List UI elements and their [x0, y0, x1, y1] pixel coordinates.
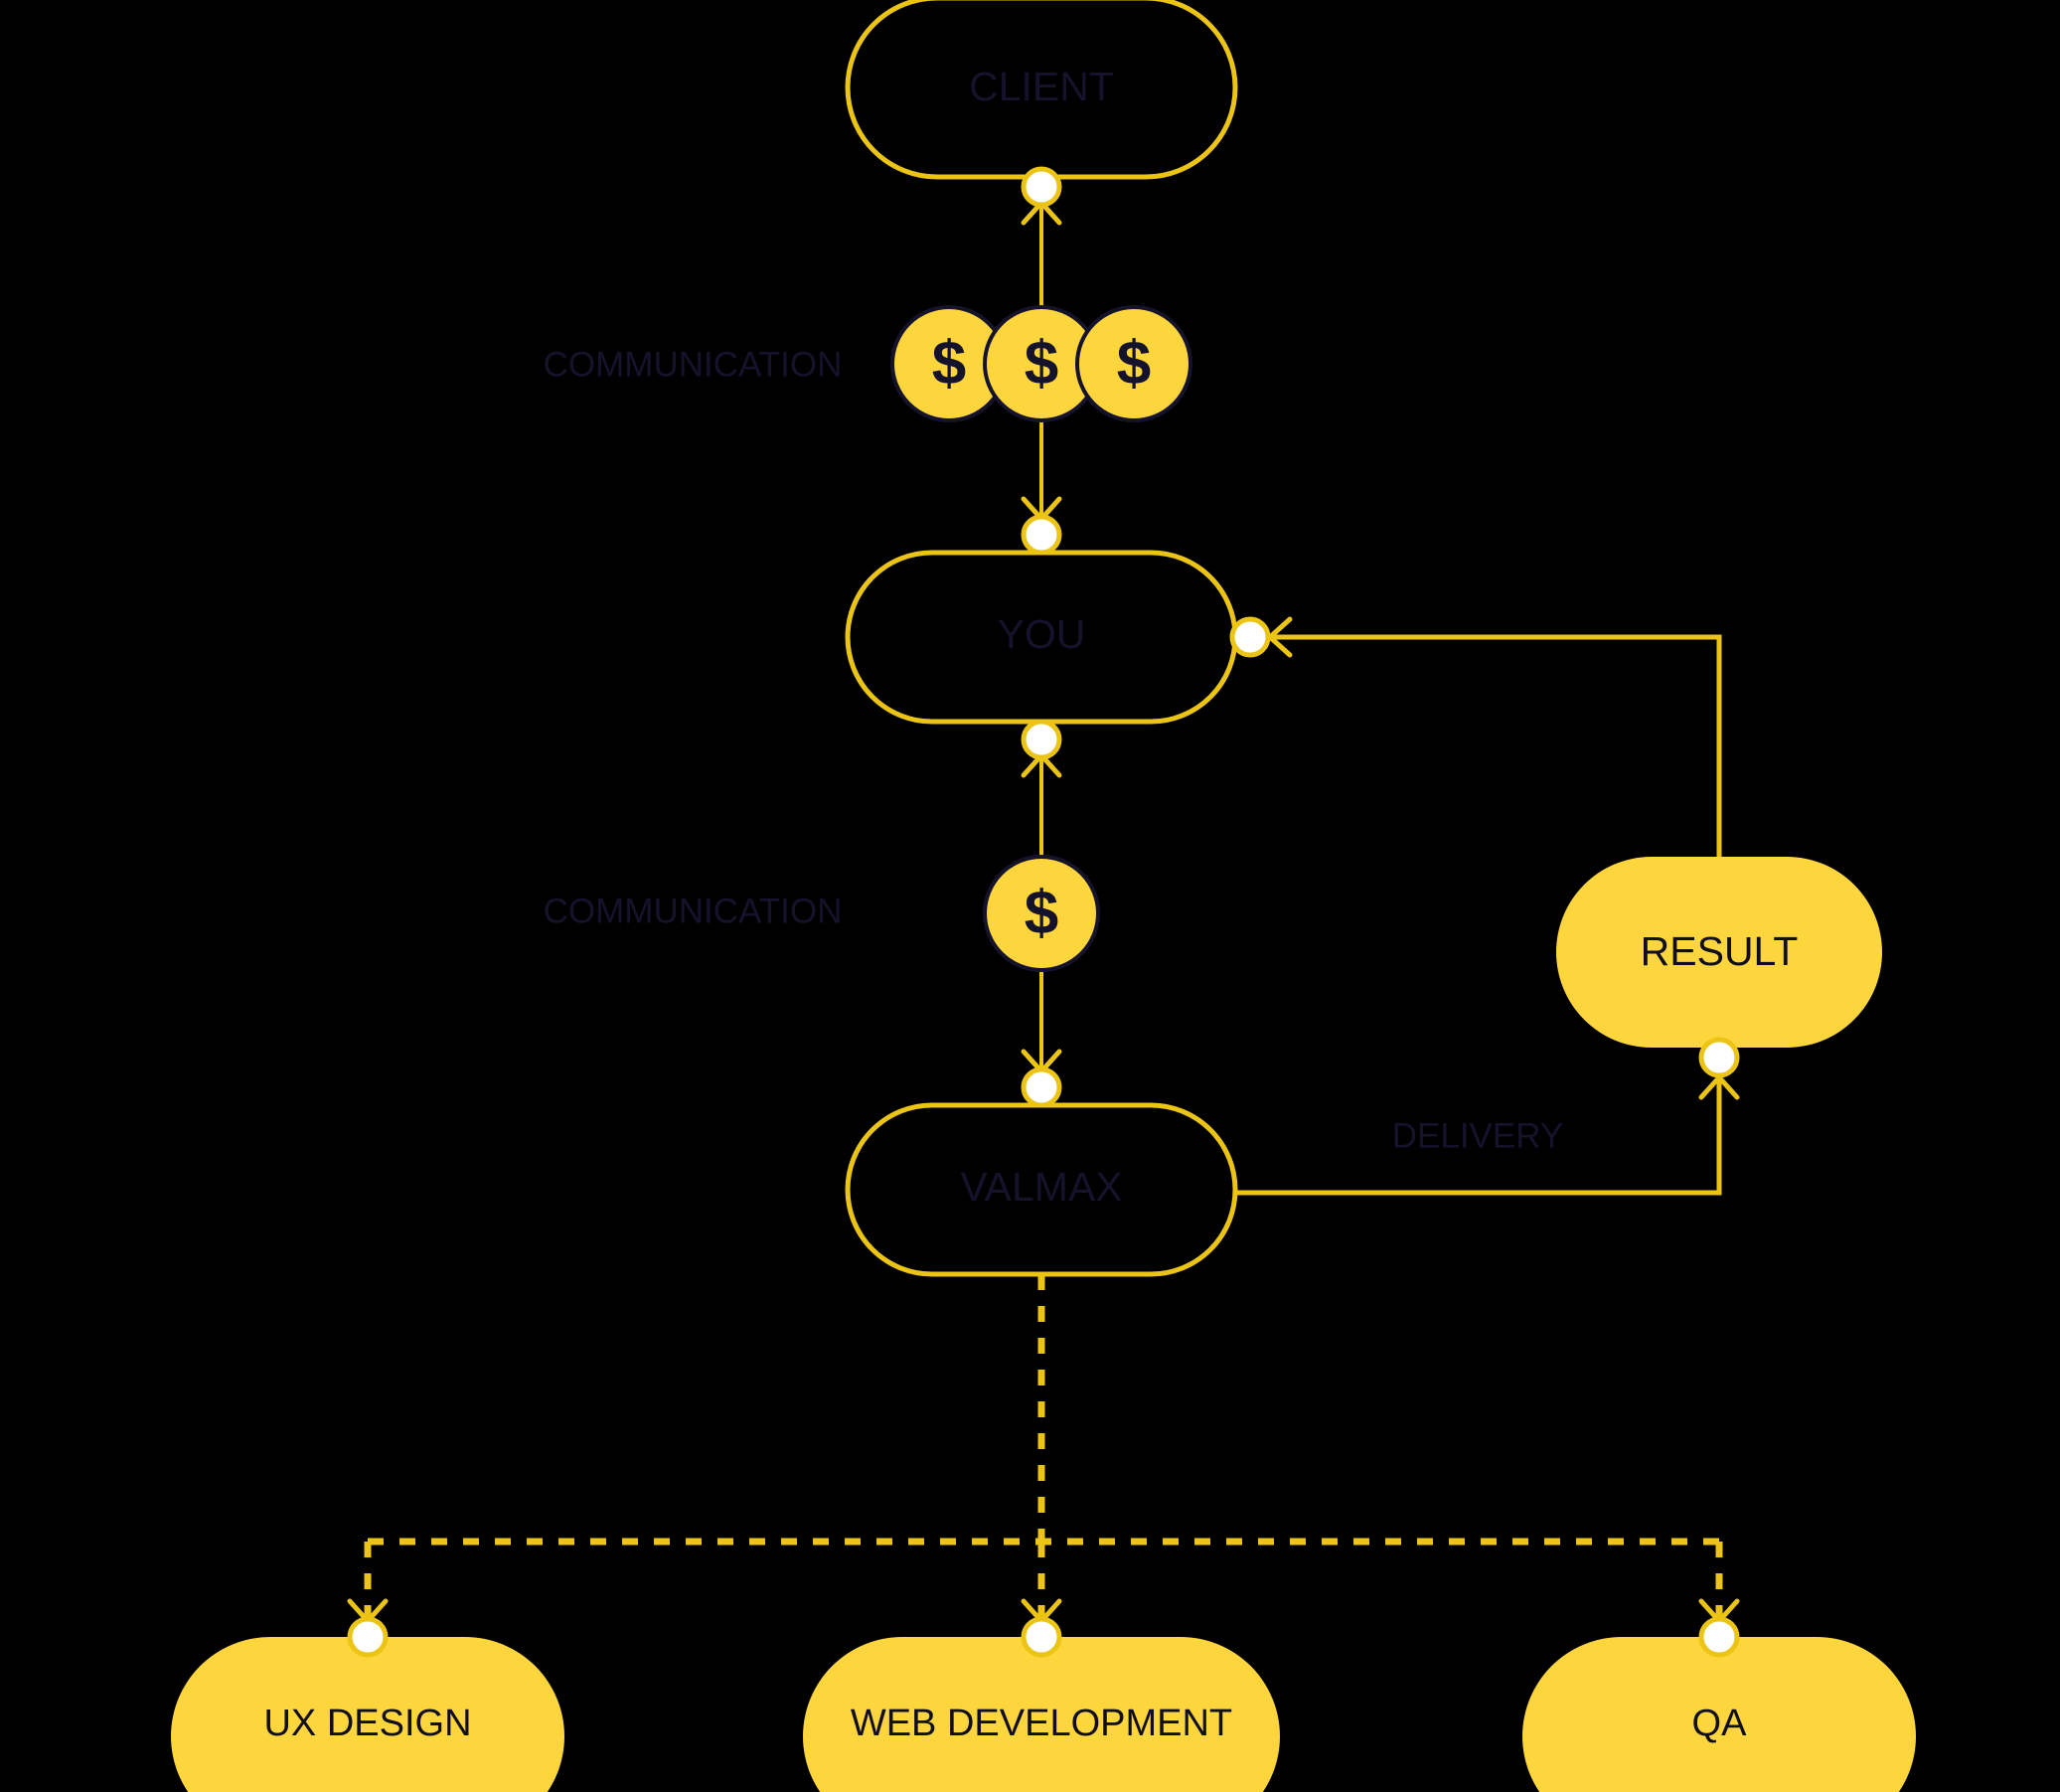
node-client[interactable]: CLIENT	[845, 0, 1238, 180]
workflow-diagram: CLIENT YOU VALMAX RESULT UX DESIGN WEB D…	[171, 0, 1916, 1792]
port-webdev-top[interactable]	[1021, 1616, 1062, 1658]
coin-group-mid: $	[983, 855, 1100, 972]
node-qa[interactable]: QA	[1522, 1637, 1916, 1792]
node-client-label: CLIENT	[969, 64, 1114, 109]
coin-icon: $	[983, 855, 1100, 972]
port-ux-top[interactable]	[347, 1616, 389, 1658]
edge-valmax-services	[347, 1274, 1740, 1625]
port-valmax-top[interactable]	[1021, 1066, 1062, 1108]
coin-dollar-icon: $	[932, 329, 966, 398]
coin-group-top: $ $ $	[890, 305, 1192, 422]
node-you-label: YOU	[998, 611, 1086, 657]
port-you-top[interactable]	[1021, 514, 1062, 556]
port-result-bottom[interactable]	[1698, 1037, 1740, 1078]
edge-label-communication-mid: COMMUNICATION	[544, 892, 843, 930]
node-result[interactable]: RESULT	[1556, 857, 1882, 1048]
node-web-development[interactable]: WEB DEVELOPMENT	[803, 1637, 1280, 1792]
node-web-development-label: WEB DEVELOPMENT	[851, 1703, 1232, 1744]
node-valmax-label: VALMAX	[960, 1164, 1122, 1210]
diagram-canvas: CLIENT YOU VALMAX RESULT UX DESIGN WEB D…	[0, 0, 2060, 1792]
edge-result-you	[1266, 616, 1722, 857]
edge-label-delivery: DELIVERY	[1392, 1116, 1564, 1155]
edge-result-you-line	[1272, 634, 1722, 857]
node-ux-design[interactable]: UX DESIGN	[171, 1637, 564, 1792]
node-qa-label: QA	[1692, 1703, 1748, 1744]
node-valmax[interactable]: VALMAX	[845, 1102, 1238, 1277]
port-qa-top[interactable]	[1698, 1616, 1740, 1658]
node-result-label: RESULT	[1641, 928, 1799, 974]
port-you-bottom[interactable]	[1021, 719, 1062, 760]
edge-label-communication-top: COMMUNICATION	[544, 345, 843, 384]
node-ux-design-label: UX DESIGN	[263, 1703, 471, 1744]
coin-dollar-icon: $	[1025, 329, 1058, 398]
coin-icon: $	[1075, 305, 1192, 422]
port-client-bottom[interactable]	[1021, 166, 1062, 208]
coin-dollar-icon: $	[1025, 879, 1058, 947]
port-you-right[interactable]	[1229, 616, 1271, 658]
node-you[interactable]: YOU	[845, 550, 1238, 725]
coin-dollar-icon: $	[1117, 329, 1151, 398]
